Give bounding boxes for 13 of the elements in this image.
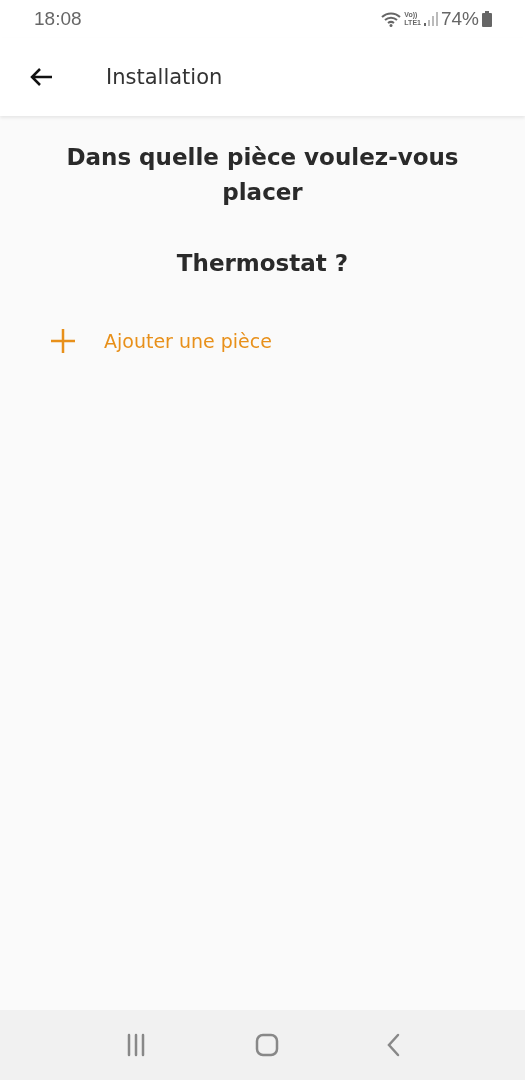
screen-title: Installation xyxy=(106,65,223,89)
signal-icon xyxy=(423,12,438,26)
battery-icon xyxy=(482,11,492,27)
add-room-link[interactable]: Ajouter une pièce xyxy=(50,328,272,354)
wifi-icon xyxy=(381,11,402,27)
home-button[interactable] xyxy=(254,1033,279,1057)
back-arrow-icon xyxy=(29,67,53,87)
room-question: Dans quelle pièce voulez-vous placer xyxy=(65,143,460,207)
status-time: 18:08 xyxy=(34,8,82,30)
plus-icon xyxy=(50,328,76,354)
back-nav-button[interactable] xyxy=(385,1033,402,1057)
device-name: Thermostat ? xyxy=(175,249,350,278)
battery-percent: 74% xyxy=(440,8,479,30)
